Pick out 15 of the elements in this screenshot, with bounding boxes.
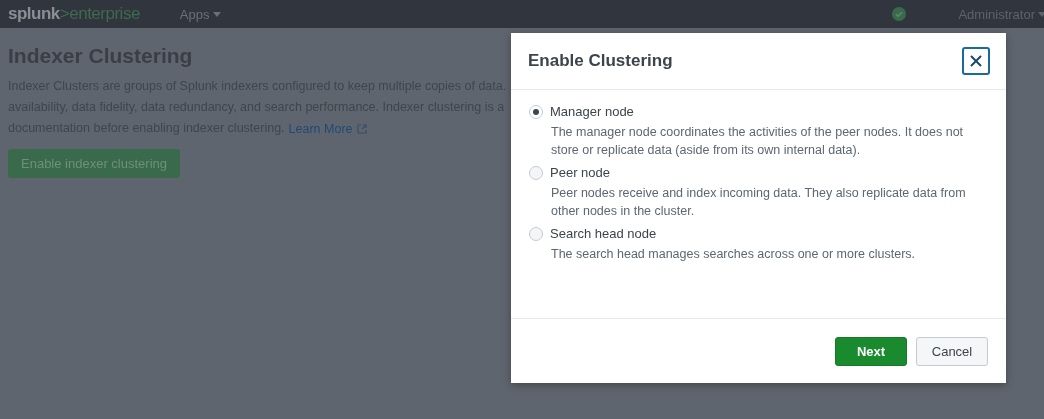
next-button[interactable]: Next <box>835 336 907 366</box>
radio-option[interactable]: Peer node <box>529 165 988 180</box>
radio-option[interactable]: Search head node <box>529 226 988 241</box>
cancel-button[interactable]: Cancel <box>916 336 988 366</box>
option-description: Peer nodes receive and index incoming data. They also replicate data from other nodes in the cluster. <box>551 185 967 220</box>
option-description: The search head manages searches across one or more clusters. <box>551 246 917 263</box>
apps-menu[interactable]: Apps <box>179 6 222 22</box>
caret-icon <box>213 11 222 17</box>
caret-icon <box>1038 11 1044 17</box>
option-description: The manager node coordinates the activities of the peer nodes. It does not store or replicate data (aside from its own internal data). <box>551 124 965 159</box>
radio-option[interactable]: Manager node <box>529 104 988 119</box>
dialog-title: Enable Clustering <box>528 51 673 71</box>
external-link-icon <box>356 123 367 134</box>
close-button[interactable] <box>962 47 990 75</box>
close-icon <box>970 55 982 67</box>
